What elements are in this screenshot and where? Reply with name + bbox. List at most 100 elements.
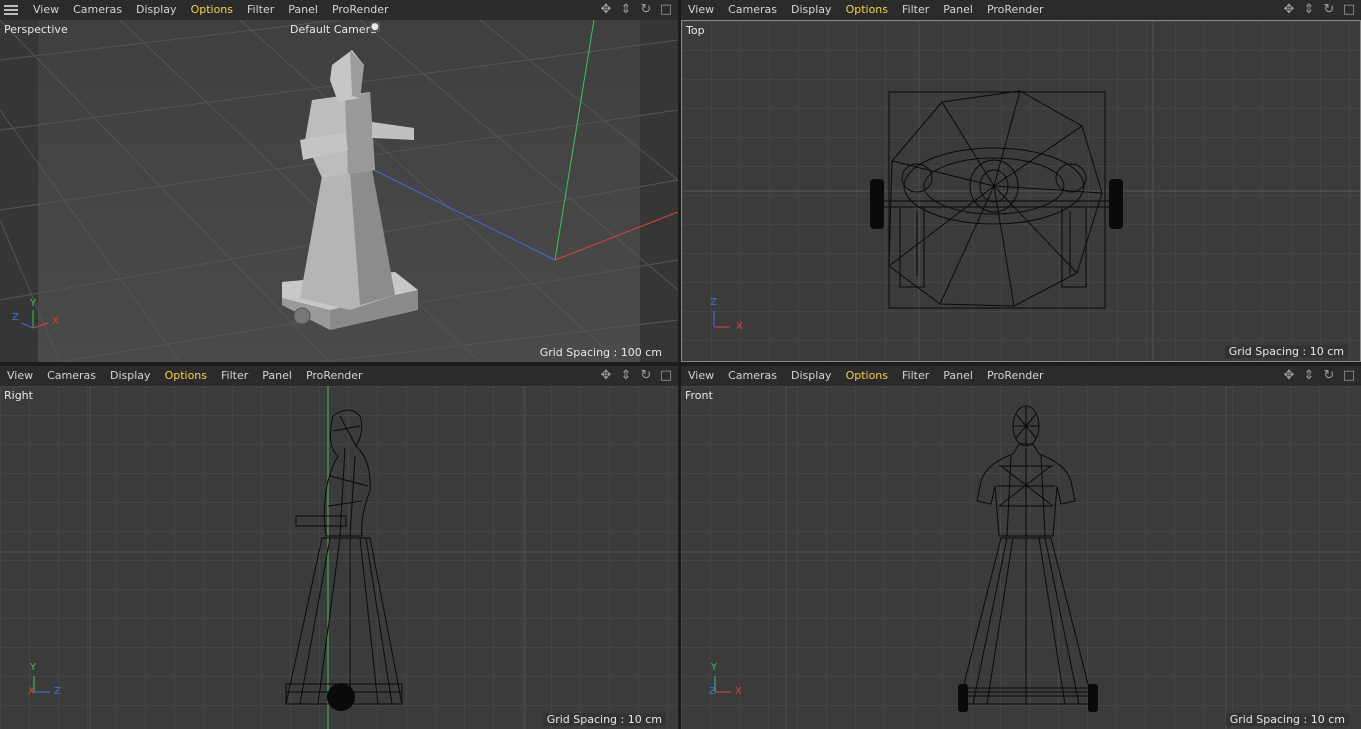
grid-spacing-label: Grid Spacing : 10 cm: [1224, 345, 1348, 358]
menu-view[interactable]: View: [681, 366, 721, 386]
gizmo-x-label: X: [735, 686, 742, 697]
robot-model[interactable]: [282, 50, 418, 330]
view-navigation-icons: ✥ ⇕ ↻ □: [598, 366, 674, 386]
world-z-axis: [369, 167, 556, 261]
move-view-icon[interactable]: ✥: [1281, 368, 1297, 384]
perspective-viewport[interactable]: Perspective Default Camera ● Y X Z Grid …: [0, 20, 678, 362]
menu-cameras[interactable]: Cameras: [40, 366, 103, 386]
front-viewport-pane: View Cameras Display Options Filter Pane…: [681, 366, 1361, 729]
axis-gizmo: [713, 311, 730, 328]
menu-display[interactable]: Display: [784, 366, 839, 386]
view-navigation-icons: ✥ ⇕ ↻ □: [1281, 366, 1357, 386]
menu-icon[interactable]: [4, 0, 22, 20]
wheel-right: [1109, 179, 1123, 229]
menu-view[interactable]: View: [26, 0, 66, 20]
right-menubar: View Cameras Display Options Filter Pane…: [0, 366, 678, 386]
move-view-icon[interactable]: ✥: [1281, 2, 1297, 18]
menu-view[interactable]: View: [0, 366, 40, 386]
menu-cameras[interactable]: Cameras: [721, 0, 784, 20]
menu-options[interactable]: Options: [184, 0, 240, 20]
menu-panel[interactable]: Panel: [936, 0, 980, 20]
menu-filter[interactable]: Filter: [214, 366, 255, 386]
side-band: [0, 20, 38, 362]
perspective-viewport-pane: View Cameras Display Options Filter Pane…: [0, 0, 678, 362]
viewport-name: Top: [686, 24, 705, 37]
robot-wireframe-front[interactable]: [958, 405, 1094, 705]
menu-panel[interactable]: Panel: [281, 0, 325, 20]
gizmo-z-label: Z: [710, 297, 717, 308]
menu-prorender[interactable]: ProRender: [299, 366, 370, 386]
menu-view[interactable]: View: [681, 0, 721, 20]
perspective-menubar: View Cameras Display Options Filter Pane…: [0, 0, 678, 20]
robot-wireframe-top[interactable]: [876, 90, 1118, 309]
right-scene: [0, 386, 678, 729]
rotate-view-icon[interactable]: ↻: [638, 368, 654, 384]
menu-options[interactable]: Options: [839, 0, 895, 20]
gizmo-y-label: Y: [30, 298, 37, 309]
menu-prorender[interactable]: ProRender: [980, 0, 1051, 20]
front-viewport[interactable]: Front Y X Z Grid Spacing : 10 cm: [681, 386, 1361, 729]
zoom-view-icon[interactable]: ⇕: [618, 2, 634, 18]
menu-panel[interactable]: Panel: [255, 366, 299, 386]
rotate-view-icon[interactable]: ↻: [1321, 368, 1337, 384]
gizmo-y-label: Y: [30, 662, 37, 673]
viewport-name: Right: [4, 389, 33, 402]
view-navigation-icons: ✥ ⇕ ↻ □: [1281, 0, 1357, 20]
menu-filter[interactable]: Filter: [895, 366, 936, 386]
viewport-name: Perspective: [4, 23, 68, 36]
gizmo-x-label: X: [28, 686, 35, 697]
camera-icon[interactable]: ●: [370, 22, 380, 32]
rotate-view-icon[interactable]: ↻: [1321, 2, 1337, 18]
menu-display[interactable]: Display: [784, 0, 839, 20]
move-view-icon[interactable]: ✥: [598, 2, 614, 18]
menu-cameras[interactable]: Cameras: [66, 0, 129, 20]
front-scene: [681, 386, 1359, 729]
camera-label[interactable]: Default Camera: [290, 23, 377, 36]
maximize-view-icon[interactable]: □: [1341, 368, 1357, 384]
wheel-left: [958, 684, 968, 712]
gizmo-y-label: Y: [711, 662, 718, 673]
top-viewport-pane: View Cameras Display Options Filter Pane…: [681, 0, 1361, 362]
axis-gizmo: [714, 676, 731, 693]
robot-wireframe-right[interactable]: [285, 409, 403, 705]
maximize-view-icon[interactable]: □: [1341, 2, 1357, 18]
grid-spacing-label: Grid Spacing : 10 cm: [1225, 713, 1349, 726]
grid-spacing-label: Grid Spacing : 10 cm: [542, 713, 666, 726]
wheel: [327, 683, 355, 711]
maximize-view-icon[interactable]: □: [658, 368, 674, 384]
menu-filter[interactable]: Filter: [895, 0, 936, 20]
gizmo-x-label: X: [52, 316, 59, 327]
side-band: [640, 20, 678, 362]
zoom-view-icon[interactable]: ⇕: [618, 368, 634, 384]
right-viewport[interactable]: Right Y Z X Grid Spacing : 10 cm: [0, 386, 678, 729]
gizmo-z-label: Z: [54, 686, 61, 697]
right-viewport-pane: View Cameras Display Options Filter Pane…: [0, 366, 678, 729]
menu-cameras[interactable]: Cameras: [721, 366, 784, 386]
zoom-view-icon[interactable]: ⇕: [1301, 2, 1317, 18]
axis-gizmo: [33, 676, 50, 693]
menu-prorender[interactable]: ProRender: [980, 366, 1051, 386]
gizmo-z-label: Z: [709, 686, 716, 697]
maximize-view-icon[interactable]: □: [658, 2, 674, 18]
menu-prorender[interactable]: ProRender: [325, 0, 396, 20]
gizmo-x-label: X: [736, 321, 743, 332]
top-scene: [682, 21, 1360, 361]
grid-spacing-label: Grid Spacing : 100 cm: [539, 346, 662, 359]
perspective-scene: [0, 20, 678, 362]
front-menubar: View Cameras Display Options Filter Pane…: [681, 366, 1361, 386]
view-navigation-icons: ✥ ⇕ ↻ □: [598, 0, 674, 20]
menu-filter[interactable]: Filter: [240, 0, 281, 20]
menu-display[interactable]: Display: [129, 0, 184, 20]
wheel-right: [1088, 684, 1098, 712]
gizmo-z-label: Z: [12, 312, 19, 323]
top-menubar: View Cameras Display Options Filter Pane…: [681, 0, 1361, 20]
menu-display[interactable]: Display: [103, 366, 158, 386]
move-view-icon[interactable]: ✥: [598, 368, 614, 384]
menu-options[interactable]: Options: [839, 366, 895, 386]
top-viewport[interactable]: Top Z X Grid Spacing : 10 cm: [681, 20, 1361, 362]
viewport-name: Front: [685, 389, 713, 402]
menu-panel[interactable]: Panel: [936, 366, 980, 386]
rotate-view-icon[interactable]: ↻: [638, 2, 654, 18]
zoom-view-icon[interactable]: ⇕: [1301, 368, 1317, 384]
menu-options[interactable]: Options: [158, 366, 214, 386]
